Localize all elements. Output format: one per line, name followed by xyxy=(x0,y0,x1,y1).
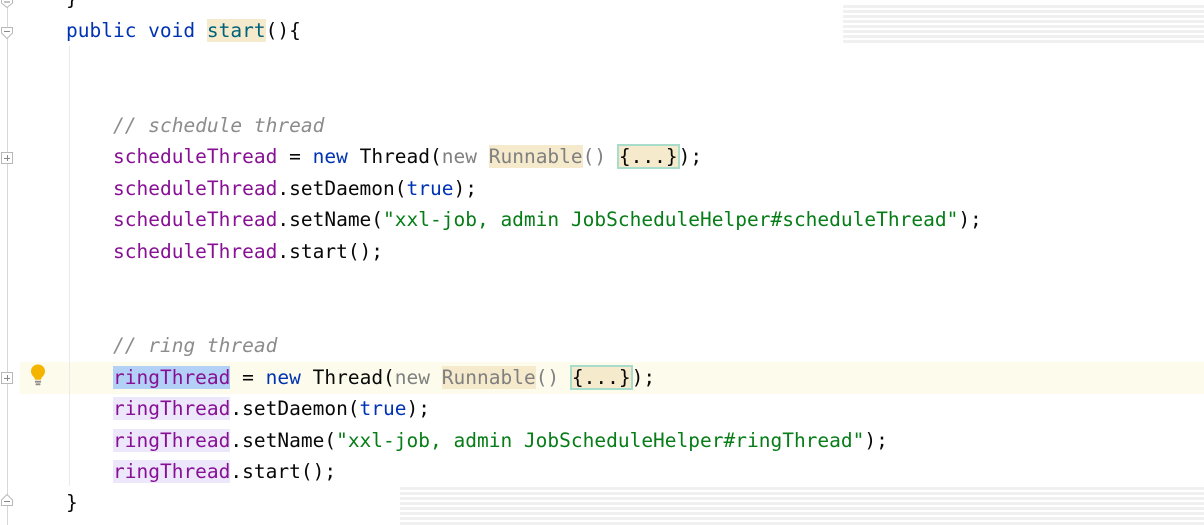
brace: } xyxy=(66,0,78,10)
type-call: Thread( xyxy=(300,366,395,389)
code-line[interactable]: // ring thread xyxy=(113,333,277,359)
sticky-lines-overlay xyxy=(400,487,1204,525)
lightbulb-icon[interactable] xyxy=(29,363,47,387)
field-reference-highlighted[interactable]: ringThread xyxy=(113,366,231,389)
keyword: new xyxy=(265,366,301,389)
field-reference[interactable]: scheduleThread xyxy=(113,145,277,168)
keyword: new xyxy=(312,145,348,168)
punctuation: ); xyxy=(678,145,703,168)
method-call: .setDaemon( xyxy=(230,397,360,420)
code-line[interactable]: } xyxy=(66,0,78,12)
punctuation: ); xyxy=(958,208,982,231)
field-reference[interactable]: scheduleThread xyxy=(113,208,277,231)
keyword: new xyxy=(394,366,442,389)
editor-gutter xyxy=(0,0,20,525)
brace: } xyxy=(66,491,78,514)
field-reference[interactable]: scheduleThread xyxy=(113,240,277,263)
field-reference[interactable]: ringThread xyxy=(113,460,231,483)
code-line[interactable]: ringThread.setDaemon(true); xyxy=(113,396,430,422)
fold-icon[interactable] xyxy=(1,494,13,506)
indent-guide xyxy=(69,46,70,486)
code-line[interactable]: scheduleThread.setDaemon(true); xyxy=(113,176,477,202)
method-call: .start(); xyxy=(277,240,384,263)
keyword: true xyxy=(406,177,454,200)
keyword: public void xyxy=(66,19,207,42)
folded-code-block[interactable]: {...} xyxy=(616,144,680,169)
code-line[interactable]: public void start(){ xyxy=(66,18,301,44)
field-reference[interactable]: ringThread xyxy=(113,429,231,452)
method-call: .setName( xyxy=(230,429,337,452)
punctuation: ); xyxy=(631,366,656,389)
punctuation: () xyxy=(535,366,571,389)
comment: // schedule thread xyxy=(113,114,325,137)
operator: = xyxy=(230,366,266,389)
type-name[interactable]: Runnable xyxy=(488,145,583,168)
keyword: true xyxy=(359,397,407,420)
unfold-icon[interactable] xyxy=(1,372,13,384)
field-reference[interactable]: ringThread xyxy=(113,397,231,420)
punctuation: (){ xyxy=(265,19,301,42)
punctuation: ); xyxy=(864,429,888,452)
string-literal: "xxl-job, admin JobScheduleHelper#schedu… xyxy=(383,208,959,231)
type-call: Thread( xyxy=(347,145,442,168)
fold-icon[interactable] xyxy=(1,0,13,8)
punctuation: ); xyxy=(453,177,477,200)
unfold-icon[interactable] xyxy=(1,152,13,164)
code-line[interactable]: ringThread = new Thread(new Runnable() {… xyxy=(113,365,655,391)
punctuation: () xyxy=(582,145,618,168)
punctuation: ); xyxy=(406,397,430,420)
gutter-divider xyxy=(7,0,8,525)
method-call: .setDaemon( xyxy=(277,177,407,200)
code-line[interactable]: scheduleThread = new Thread(new Runnable… xyxy=(113,144,702,170)
code-line[interactable]: // schedule thread xyxy=(113,113,324,139)
type-name[interactable]: Runnable xyxy=(441,366,536,389)
method-call: .start(); xyxy=(230,460,337,483)
code-line[interactable]: scheduleThread.setName("xxl-job, admin J… xyxy=(113,207,982,233)
code-line[interactable]: } xyxy=(66,490,78,516)
keyword: new xyxy=(441,145,489,168)
code-line[interactable]: scheduleThread.start(); xyxy=(113,239,383,265)
code-line[interactable]: ringThread.setName("xxl-job, admin JobSc… xyxy=(113,428,888,454)
method-name[interactable]: start xyxy=(206,19,266,42)
folded-code-block[interactable]: {...} xyxy=(569,365,633,390)
code-line[interactable]: ringThread.start(); xyxy=(113,459,336,485)
sticky-lines-overlay xyxy=(843,5,1204,45)
comment: // ring thread xyxy=(113,334,278,357)
operator: = xyxy=(277,145,313,168)
field-reference[interactable]: scheduleThread xyxy=(113,177,277,200)
fold-icon[interactable] xyxy=(1,27,13,39)
method-call: .setName( xyxy=(277,208,384,231)
string-literal: "xxl-job, admin JobScheduleHelper#ringTh… xyxy=(336,429,865,452)
